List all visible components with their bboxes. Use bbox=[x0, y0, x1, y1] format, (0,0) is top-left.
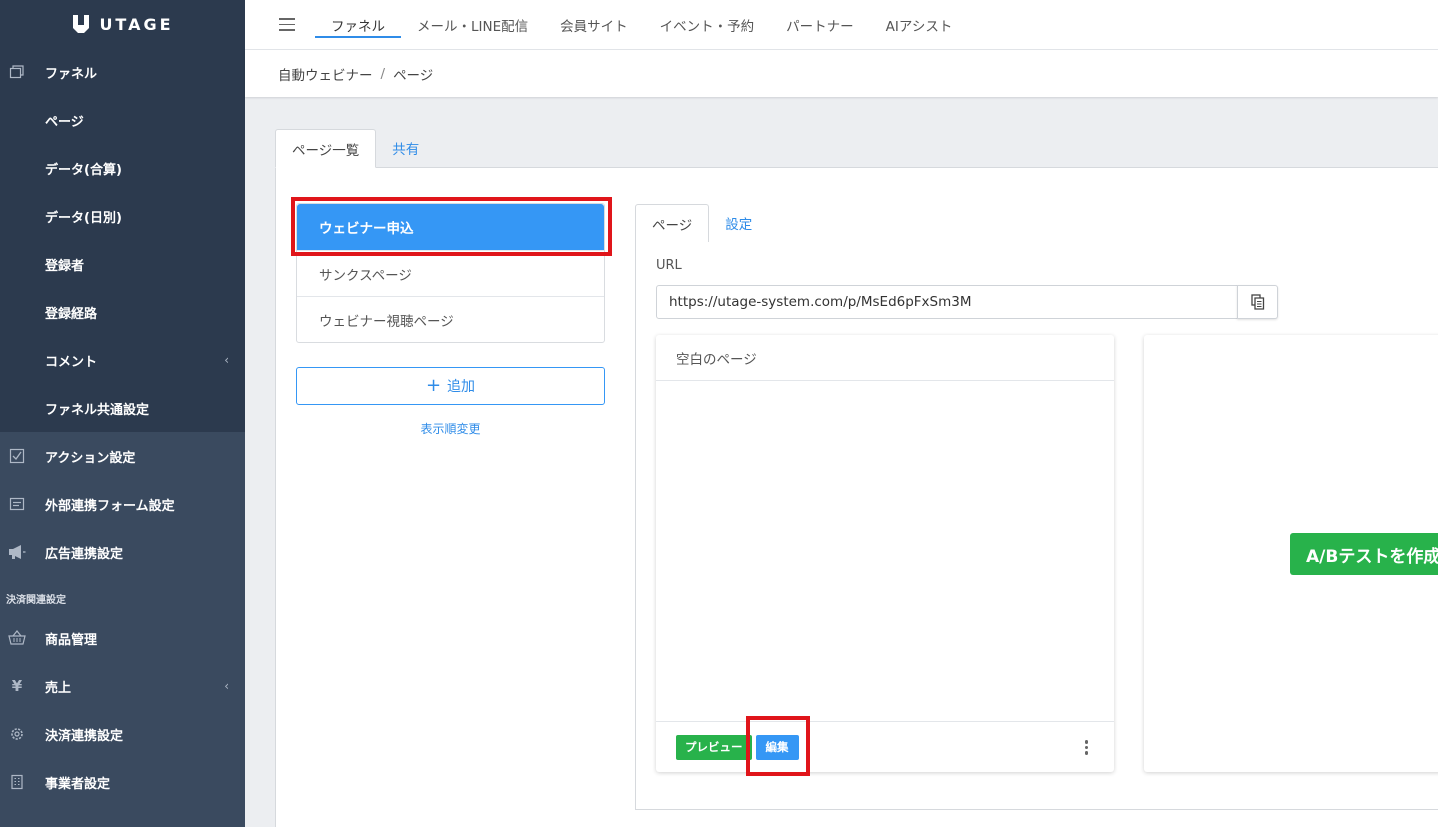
megaphone-icon bbox=[8, 543, 26, 561]
topnav-event-booking[interactable]: イベント・予約 bbox=[644, 0, 771, 50]
sidebar-item-label: データ(合算) bbox=[45, 162, 122, 178]
reorder-link[interactable]: 表示順変更 bbox=[296, 420, 605, 437]
page-detail-tabs: ページ 設定 bbox=[635, 204, 1438, 243]
tab-settings[interactable]: 設定 bbox=[709, 204, 768, 242]
brand-logo[interactable]: UTAGE bbox=[0, 0, 245, 48]
yen-icon: ¥ bbox=[11, 677, 23, 695]
more-options-icon[interactable] bbox=[1084, 740, 1088, 755]
topnav-member-site[interactable]: 会員サイト bbox=[544, 0, 644, 50]
hamburger-menu-icon[interactable] bbox=[279, 18, 295, 31]
sidebar-item-label: 商品管理 bbox=[45, 632, 98, 648]
add-page-button[interactable]: + 追加 bbox=[296, 367, 605, 405]
sidebar-item-data-daily[interactable]: データ(日別) bbox=[0, 192, 245, 240]
sidebar-item-label: 登録経路 bbox=[45, 306, 98, 322]
top-navbar: ファネル メール・LINE配信 会員サイト イベント・予約 パートナー AIアシ… bbox=[245, 0, 1438, 50]
utage-logo-icon bbox=[73, 13, 90, 33]
sidebar-item-data-total[interactable]: データ(合算) bbox=[0, 144, 245, 192]
sidebar-item-label: コメント bbox=[45, 354, 98, 370]
url-label: URL bbox=[656, 258, 682, 273]
breadcrumb: 自動ウェビナー / ページ bbox=[245, 50, 1438, 97]
topnav-funnel[interactable]: ファネル bbox=[315, 0, 401, 50]
top-nav: ファネル メール・LINE配信 会員サイト イベント・予約 パートナー AIアシ… bbox=[315, 0, 968, 50]
page-list-item-webinar-signup[interactable]: ウェビナー申込 bbox=[297, 204, 604, 250]
sidebar-item-product-management[interactable]: 商品管理 bbox=[0, 614, 245, 662]
page-variant-footer: プレビュー 編集 bbox=[656, 721, 1114, 772]
sidebar-item-label: 外部連携フォーム設定 bbox=[45, 498, 175, 514]
page-list-item-thanks[interactable]: サンクスページ bbox=[297, 250, 604, 296]
preview-button[interactable]: プレビュー bbox=[676, 734, 752, 760]
checklist-icon bbox=[8, 447, 26, 465]
add-page-label: 追加 bbox=[447, 379, 476, 395]
topnav-ai-assist[interactable]: AIアシスト bbox=[870, 0, 969, 50]
sidebar: UTAGE ファネル ページ データ(合算) データ(日別) 登録者 登録経路 … bbox=[0, 0, 245, 827]
sidebar-item-page[interactable]: ページ bbox=[0, 96, 245, 144]
basket-icon bbox=[8, 629, 26, 647]
topnav-mail-line[interactable]: メール・LINE配信 bbox=[401, 0, 544, 50]
page-variant-title: 空白のページ bbox=[656, 335, 1114, 381]
copy-icon bbox=[1250, 294, 1264, 310]
sidebar-item-label: 広告連携設定 bbox=[45, 546, 124, 562]
sidebar-item-label: 決済連携設定 bbox=[45, 728, 124, 744]
chevron-left-icon: ‹ bbox=[224, 679, 229, 693]
sidebar-item-ad-settings[interactable]: 広告連携設定 bbox=[0, 528, 245, 576]
building-icon bbox=[8, 773, 26, 791]
sidebar-item-funnel[interactable]: ファネル bbox=[0, 48, 245, 96]
sidebar-item-registration-route[interactable]: 登録経路 bbox=[0, 288, 245, 336]
sidebar-item-funnel-common-settings[interactable]: ファネル共通設定 bbox=[0, 384, 245, 432]
sidebar-item-label: ファネル bbox=[45, 66, 98, 82]
page-list: ウェビナー申込 サンクスページ ウェビナー視聴ページ bbox=[296, 203, 605, 343]
plus-icon: + bbox=[425, 375, 442, 396]
funnel-menu-group: ファネル ページ データ(合算) データ(日別) 登録者 登録経路 コメント ‹… bbox=[0, 48, 245, 432]
sidebar-item-comment[interactable]: コメント ‹ bbox=[0, 336, 245, 384]
brand-name: UTAGE bbox=[99, 14, 174, 34]
breadcrumb-current: ページ bbox=[393, 67, 434, 84]
tab-share[interactable]: 共有 bbox=[376, 129, 435, 167]
url-input[interactable] bbox=[656, 285, 1238, 319]
breadcrumb-parent[interactable]: 自動ウェビナー bbox=[278, 64, 373, 84]
sidebar-item-registrants[interactable]: 登録者 bbox=[0, 240, 245, 288]
sidebar-section-payment: 決済関連設定 bbox=[6, 594, 66, 606]
sidebar-item-payment-integration[interactable]: 決済連携設定 bbox=[0, 710, 245, 758]
sidebar-item-label: データ(日別) bbox=[45, 210, 122, 226]
sidebar-item-label: ページ bbox=[45, 114, 84, 130]
sidebar-item-external-form[interactable]: 外部連携フォーム設定 bbox=[0, 480, 245, 528]
sidebar-item-label: 登録者 bbox=[45, 258, 85, 274]
sidebar-item-label: 事業者設定 bbox=[45, 776, 111, 792]
sidebar-item-label: ファネル共通設定 bbox=[45, 402, 150, 418]
gear-icon bbox=[8, 725, 26, 743]
tab-page[interactable]: ページ bbox=[635, 204, 710, 243]
funnel-icon bbox=[8, 63, 26, 81]
main-tabs: ページ一覧 共有 bbox=[275, 129, 1438, 168]
sidebar-item-action-settings[interactable]: アクション設定 bbox=[0, 432, 245, 480]
sidebar-item-label: アクション設定 bbox=[45, 450, 136, 466]
copy-url-button[interactable] bbox=[1237, 285, 1278, 319]
tab-page-list[interactable]: ページ一覧 bbox=[275, 129, 377, 168]
form-icon bbox=[8, 495, 26, 513]
sidebar-item-label: 売上 bbox=[45, 680, 72, 696]
edit-button[interactable]: 編集 bbox=[755, 734, 799, 760]
sidebar-item-business-settings[interactable]: 事業者設定 bbox=[0, 758, 245, 806]
chevron-left-icon: ‹ bbox=[224, 353, 229, 367]
sidebar-item-sales[interactable]: ¥ 売上 ‹ bbox=[0, 662, 245, 710]
page-list-item-webinar-viewing[interactable]: ウェビナー視聴ページ bbox=[297, 296, 604, 342]
page-variant-card: 空白のページ プレビュー 編集 bbox=[656, 335, 1114, 772]
create-ab-test-button[interactable]: A/Bテストを作成 bbox=[1290, 533, 1438, 575]
topnav-partner[interactable]: パートナー bbox=[770, 0, 870, 50]
breadcrumb-separator: / bbox=[380, 65, 386, 82]
